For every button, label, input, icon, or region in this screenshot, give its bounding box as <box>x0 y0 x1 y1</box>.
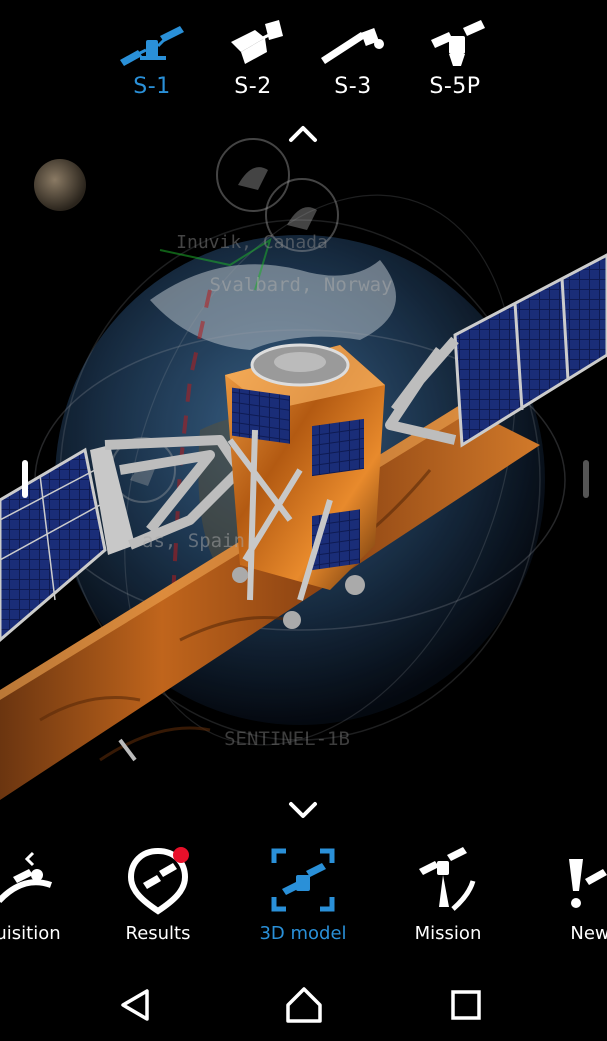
tab-label: S-5P <box>429 74 481 99</box>
chevron-down-icon[interactable] <box>283 798 323 824</box>
home-icon[interactable] <box>282 983 326 1027</box>
nav-acquisition[interactable]: uisition <box>0 835 88 960</box>
station-label-maspalomas: as, Spain <box>142 530 245 552</box>
tab-s-3[interactable]: S-3 <box>308 10 398 100</box>
mission-icon <box>419 847 476 911</box>
tab-s-1[interactable]: S-1 <box>107 10 197 100</box>
results-icon <box>127 847 189 915</box>
sentinel-1-icon <box>120 26 184 66</box>
station-label-svalbard: Svalbard, Norway <box>209 274 392 296</box>
nav-label: uisition <box>0 923 61 944</box>
bottom-navigation: uisition Results 3D model Mission New <box>0 835 607 965</box>
sentinel-3-icon <box>321 28 384 64</box>
tab-label: S-2 <box>234 74 272 99</box>
sentinel-2-icon <box>231 20 283 64</box>
nav-news[interactable]: New <box>530 835 607 960</box>
back-icon[interactable] <box>113 983 157 1027</box>
nav-label: New <box>570 923 607 944</box>
satellite-selector: S-1 S-2 S-3 S-5P <box>0 10 607 105</box>
sentinel-5p-icon <box>431 20 485 66</box>
nav-3d-model[interactable]: 3D model <box>243 835 363 960</box>
system-navigation-bar <box>0 965 607 1041</box>
planet-background <box>34 159 86 211</box>
left-drawer-handle[interactable] <box>22 460 28 498</box>
tab-s-5p[interactable]: S-5P <box>410 10 500 100</box>
news-icon <box>569 859 607 908</box>
ground-station-inuvik-icon[interactable] <box>216 138 290 212</box>
nav-label: Results <box>125 923 191 944</box>
3d-model-icon <box>271 848 335 912</box>
recent-apps-icon[interactable] <box>444 983 488 1027</box>
station-label-inuvik: Inuvik, Canada <box>176 232 328 253</box>
tab-s-2[interactable]: S-2 <box>208 10 298 100</box>
nav-label: Mission <box>414 923 482 944</box>
notification-badge <box>173 847 189 863</box>
tab-label: S-1 <box>133 74 171 99</box>
satellite-body <box>225 343 385 629</box>
acquisition-icon <box>0 851 53 904</box>
right-drawer-handle[interactable] <box>583 460 589 498</box>
nav-label: 3D model <box>259 923 347 944</box>
chevron-up-icon[interactable] <box>283 120 323 146</box>
satellite-name-label: SENTINEL-1B <box>224 728 350 750</box>
nav-results[interactable]: Results <box>98 835 218 960</box>
nav-mission[interactable]: Mission <box>388 835 508 960</box>
tab-label: S-3 <box>334 74 372 99</box>
